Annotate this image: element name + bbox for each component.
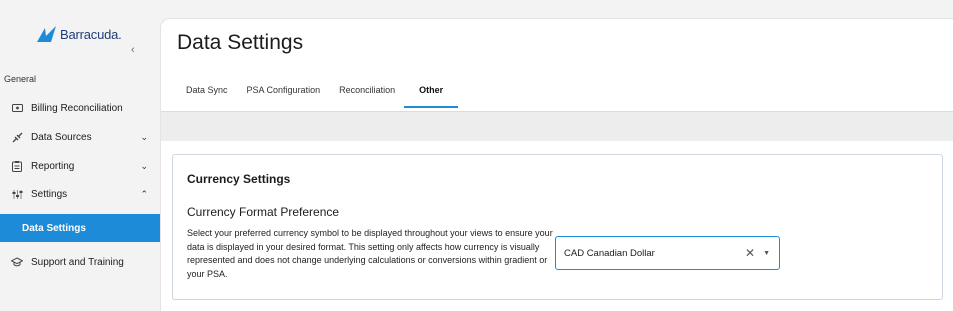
sidebar-section-label: General <box>4 74 37 84</box>
tab-data-sync[interactable]: Data Sync <box>186 78 228 106</box>
card-title: Currency Settings <box>187 172 291 186</box>
settings-icon <box>11 188 23 200</box>
content-header-band <box>161 111 953 141</box>
sidebar-item-reporting[interactable]: Reporting ⌄ <box>0 152 160 180</box>
main-panel: Data Settings Data Sync PSA Configuratio… <box>160 18 953 311</box>
chevron-down-icon: ⌄ <box>140 160 148 171</box>
card-description: Select your preferred currency symbol to… <box>187 228 553 279</box>
chevron-left-icon[interactable]: ‹ <box>131 44 135 56</box>
currency-select-value: CAD Canadian Dollar <box>564 247 655 259</box>
sidebar-item-data-settings[interactable]: Data Settings <box>0 214 160 242</box>
currency-select[interactable]: CAD Canadian Dollar ✕ ▼ <box>555 236 780 270</box>
sidebar-item-label: Billing Reconciliation <box>31 102 123 114</box>
sidebar-item-billing-reconciliation[interactable]: Billing Reconciliation <box>0 94 160 122</box>
sidebar: Barracuda. ‹ General Billing Reconciliat… <box>0 0 160 311</box>
tab-reconciliation[interactable]: Reconciliation <box>339 78 395 106</box>
billing-icon <box>11 102 23 114</box>
sidebar-item-label: Support and Training <box>31 256 124 268</box>
chevron-down-icon: ⌄ <box>140 131 148 142</box>
barracuda-logo-icon <box>37 26 56 42</box>
brand-name: Barracuda. <box>60 26 122 42</box>
currency-settings-card: Currency Settings Currency Format Prefer… <box>172 154 943 300</box>
tab-bar: Data Sync PSA Configuration Reconciliati… <box>177 78 459 108</box>
sidebar-item-label: Data Settings <box>22 222 86 234</box>
sidebar-item-label: Settings <box>31 188 68 200</box>
sidebar-item-label: Reporting <box>31 160 75 172</box>
tab-psa-configuration[interactable]: PSA Configuration <box>247 78 321 106</box>
page-title: Data Settings <box>177 31 304 54</box>
sidebar-item-settings[interactable]: Settings ⌃ <box>0 180 160 208</box>
chevron-down-icon[interactable]: ▼ <box>763 250 770 257</box>
sidebar-item-data-sources[interactable]: Data Sources ⌄ <box>0 123 160 151</box>
tab-other[interactable]: Other <box>404 78 459 108</box>
data-sources-icon <box>11 131 23 143</box>
brand-logo[interactable]: Barracuda. <box>36 24 122 44</box>
clear-icon[interactable]: ✕ <box>745 246 755 260</box>
sidebar-item-support-and-training[interactable]: Support and Training <box>0 248 160 276</box>
support-icon <box>11 256 23 268</box>
chevron-up-icon: ⌃ <box>140 188 148 199</box>
reporting-icon <box>11 160 23 172</box>
sidebar-item-label: Data Sources <box>31 131 92 143</box>
card-subtitle: Currency Format Preference <box>187 205 340 219</box>
